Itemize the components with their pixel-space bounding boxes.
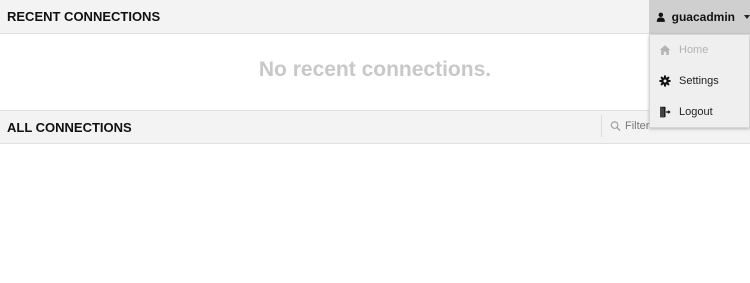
logout-icon [660, 106, 671, 118]
recent-connections-header: RECENT CONNECTIONS [0, 0, 750, 34]
recent-connections-panel: No recent connections. [0, 34, 750, 110]
user-dropdown-menu: Home Settings Logout [649, 34, 750, 128]
recent-connections-title: RECENT CONNECTIONS [7, 9, 161, 24]
filter-input[interactable] [625, 120, 651, 132]
user-icon [656, 12, 665, 22]
menu-item-logout[interactable]: Logout [650, 97, 749, 127]
menu-item-home-label: Home [679, 44, 709, 56]
search-icon [610, 121, 621, 132]
home-icon [659, 45, 671, 55]
gear-icon [659, 75, 671, 87]
connection-filter[interactable] [601, 115, 651, 137]
menu-item-settings-label: Settings [679, 75, 719, 87]
page: RECENT CONNECTIONS No recent connections… [0, 0, 750, 283]
all-connections-title: ALL CONNECTIONS [7, 120, 132, 135]
username-label: guacadmin [671, 10, 735, 24]
chevron-down-icon [744, 14, 750, 19]
user-menu-button[interactable]: guacadmin [649, 0, 750, 34]
menu-item-logout-label: Logout [679, 106, 713, 118]
menu-item-settings[interactable]: Settings [650, 66, 749, 96]
menu-item-home[interactable]: Home [650, 35, 749, 65]
empty-recent-message: No recent connections. [258, 58, 492, 81]
